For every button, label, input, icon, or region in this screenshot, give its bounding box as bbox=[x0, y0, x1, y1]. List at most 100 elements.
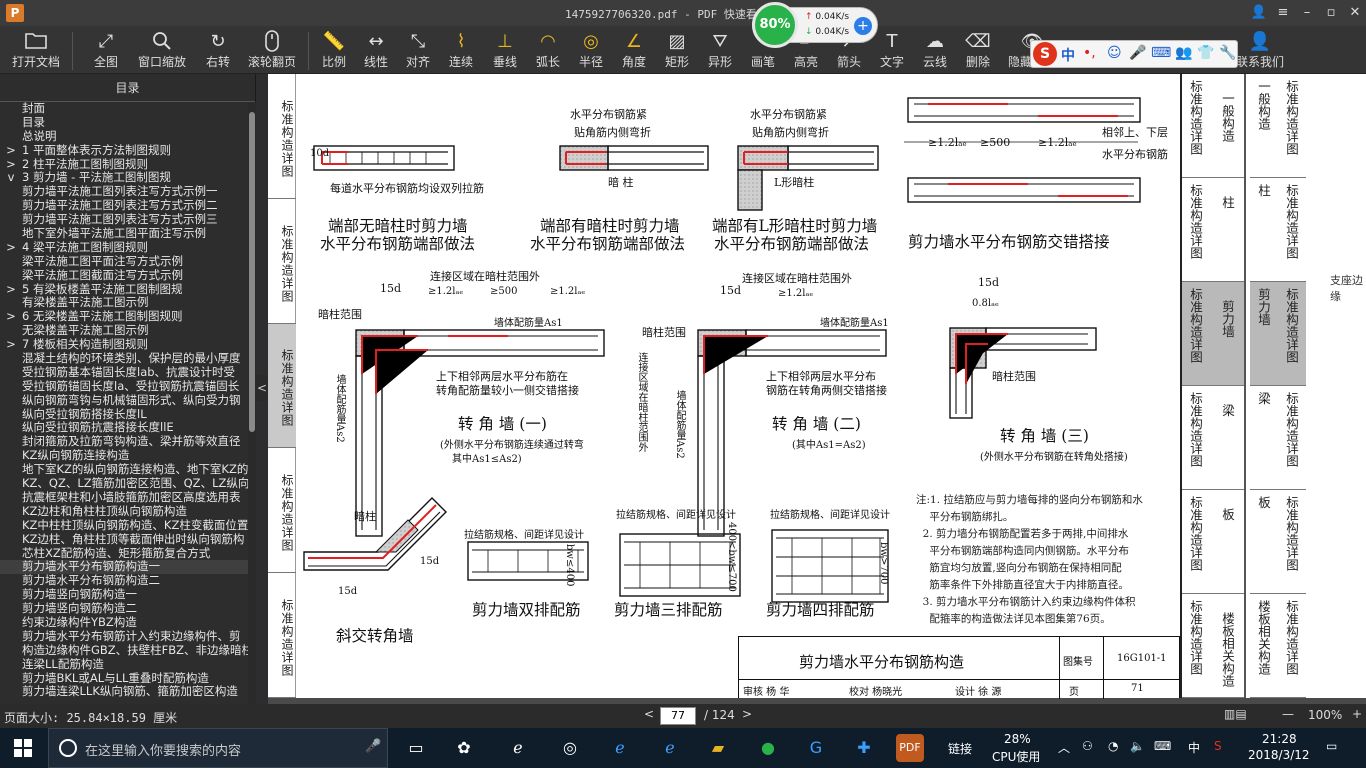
speed-percent[interactable]: 80% bbox=[752, 2, 798, 48]
toc-item[interactable]: 地下室外墙平法施工图平面注写示例 bbox=[0, 227, 248, 241]
toc-scrollbar[interactable] bbox=[248, 102, 256, 704]
toc-item[interactable]: 剪力墙平法施工图列表注写方式示例一 bbox=[0, 185, 248, 199]
toc-expand-icon[interactable]: > bbox=[0, 144, 22, 158]
edge-blue-icon[interactable]: ℯ bbox=[606, 734, 634, 762]
windows-start-icon[interactable] bbox=[14, 739, 32, 757]
toc-item[interactable]: KZ边柱、角柱柱顶等截面伸出时纵向钢筋构 bbox=[0, 533, 248, 547]
toc-item[interactable]: 目录 bbox=[0, 116, 248, 130]
aligned-tool[interactable]: ⤡ 对齐 bbox=[398, 28, 438, 72]
minimize-button[interactable]: – bbox=[1296, 3, 1318, 23]
toc-item[interactable]: KZ、QZ、LZ箍筋加密区范围、QZ、LZ纵向钢 bbox=[0, 477, 248, 491]
toc-item[interactable]: 受拉钢筋基本锚固长度lab、抗震设计时受 bbox=[0, 366, 248, 380]
toc-item[interactable]: 封面 bbox=[0, 102, 248, 116]
toc-item[interactable]: 受拉钢筋锚固长度la、受拉钢筋抗震锚固长 bbox=[0, 380, 248, 394]
toc-item[interactable]: 剪力墙水平分布钢筋构造二 bbox=[0, 574, 248, 588]
toc-expand-icon[interactable]: > bbox=[0, 310, 22, 324]
task-view-icon[interactable]: ▭ bbox=[402, 734, 430, 762]
toc-expand-icon[interactable]: > bbox=[0, 158, 22, 172]
toc-expand-icon[interactable]: > bbox=[0, 241, 22, 255]
linear-tool[interactable]: ↔ 线性 bbox=[356, 28, 396, 72]
toc-item[interactable]: 地下室KZ的纵向钢筋连接构造、地下室KZ的 bbox=[0, 463, 248, 477]
edge-icon[interactable]: ℯ bbox=[504, 734, 532, 762]
maximize-button[interactable]: ▫ bbox=[1320, 3, 1342, 23]
menu-icon[interactable]: ≡ bbox=[1272, 3, 1294, 23]
toc-item[interactable]: 纵向钢筋弯钩与机械锚固形式、纵向受力钢 bbox=[0, 394, 248, 408]
toc-item[interactable]: v3 剪力墙 - 平法施工图制图规 bbox=[0, 171, 248, 185]
toc-item[interactable]: 约束边缘构件YBZ构造 bbox=[0, 616, 248, 630]
clock-date[interactable]: 2018/3/12 bbox=[1248, 748, 1310, 762]
keyboard-tray-icon[interactable]: ⌨ bbox=[1154, 739, 1171, 753]
links-label[interactable]: 链接 bbox=[948, 740, 972, 757]
toc-item[interactable]: >6 无梁楼盖平法施工图制图规则 bbox=[0, 310, 248, 324]
toc-item[interactable]: KZ边柱和角柱柱顶纵向钢筋构造 bbox=[0, 505, 248, 519]
open-document-button[interactable]: 打开文档 bbox=[8, 28, 64, 72]
user-icon[interactable]: 👤 bbox=[1248, 3, 1270, 23]
toc-item[interactable]: 芯柱XZ配筋构造、矩形箍筋复合方式 bbox=[0, 547, 248, 561]
toc-item[interactable]: >1 平面整体表示方法制图规则 bbox=[0, 144, 248, 158]
toc-item[interactable]: 剪力墙平法施工图列表注写方式示例三 bbox=[0, 213, 248, 227]
pdf-viewer-taskbar-icon[interactable]: PDF bbox=[896, 734, 924, 762]
sogou-tray-icon[interactable]: S bbox=[1214, 739, 1222, 753]
window-zoom-button[interactable]: 窗口缩放 bbox=[134, 28, 190, 72]
radius-tool[interactable]: ◎ 半径 bbox=[571, 28, 611, 72]
file-explorer-icon[interactable]: ▰ bbox=[704, 734, 732, 762]
toc-item[interactable]: KZ中柱柱顶纵向钢筋构造、KZ柱变截面位置 bbox=[0, 519, 248, 533]
speed-app-icon[interactable]: ● bbox=[754, 734, 782, 762]
skin-icon[interactable]: 👕 bbox=[1197, 45, 1214, 61]
ime-punct[interactable]: •, bbox=[1083, 45, 1096, 61]
input-lang[interactable]: 中 bbox=[1188, 739, 1200, 756]
document-viewport[interactable]: 标准构造详图 标准构造详图 标准构造详图 标准构造详图 标准构造详图 10d 每… bbox=[268, 74, 1366, 704]
toc-item[interactable]: 封闭箍筋及拉筋弯钩构造、梁并筋等效直径 bbox=[0, 435, 248, 449]
toc-item[interactable]: 抗震框架柱和小墙肢箍筋加密区高度选用表 bbox=[0, 491, 248, 505]
emoji-icon[interactable]: ☺ bbox=[1107, 45, 1122, 61]
arc-length-tool[interactable]: ◠ 弧长 bbox=[528, 28, 568, 72]
toc-item[interactable]: >7 楼板相关构造制图规则 bbox=[0, 338, 248, 352]
toc-item[interactable]: 无梁楼盖平法施工图示例 bbox=[0, 324, 248, 338]
zoom-in-button[interactable]: + bbox=[1352, 707, 1362, 721]
app-plus-icon[interactable]: ✚ bbox=[850, 734, 878, 762]
toc-item[interactable]: 混凝土结构的环境类别、保护层的最小厚度 bbox=[0, 352, 248, 366]
zoom-out-button[interactable]: — bbox=[1282, 707, 1294, 721]
toc-item[interactable]: 纵向受拉钢筋抗震搭接长度llE bbox=[0, 421, 248, 435]
prev-page-button[interactable]: < bbox=[644, 707, 654, 721]
toc-item[interactable]: 总说明 bbox=[0, 130, 248, 144]
network-icon[interactable]: ◔ bbox=[1108, 739, 1118, 753]
users-icon[interactable]: 👥 bbox=[1175, 45, 1192, 61]
toc-item[interactable]: 剪力墙连梁LLK纵向钢筋、箍筋加密区构造 bbox=[0, 685, 248, 699]
continuous-tool[interactable]: ⌇ 连续 bbox=[441, 28, 481, 72]
toc-item[interactable]: KZ纵向钢筋连接构造 bbox=[0, 449, 248, 463]
tray-people-icon[interactable]: ⚇ bbox=[1082, 739, 1093, 753]
page-number-input[interactable]: 77 bbox=[660, 707, 696, 725]
toc-expand-icon[interactable]: v bbox=[0, 171, 22, 185]
toc-item[interactable]: 连梁LL配筋构造 bbox=[0, 658, 248, 672]
browser-icon[interactable]: ◎ bbox=[556, 734, 584, 762]
clock-time[interactable]: 21:28 bbox=[1262, 732, 1297, 746]
cloud-tool[interactable]: ☁ 云线 bbox=[915, 28, 955, 72]
toc-item[interactable]: 剪力墙平法施工图列表注写方式示例二 bbox=[0, 199, 248, 213]
toc-item[interactable]: 构造边缘构件GBZ、扶壁柱FBZ、非边缘暗柱 bbox=[0, 644, 248, 658]
toc-item[interactable]: 梁平法施工图平面注写方式示例 bbox=[0, 255, 248, 269]
fullview-button[interactable]: ⤢ 全图 bbox=[86, 28, 126, 72]
toc-item[interactable]: 梁平法施工图截面注写方式示例 bbox=[0, 269, 248, 283]
perpendicular-tool[interactable]: ⊥ 垂线 bbox=[485, 28, 525, 72]
volume-icon[interactable]: 🔈 bbox=[1130, 739, 1145, 753]
text-tool[interactable]: T 文字 bbox=[872, 28, 912, 72]
scale-tool[interactable]: 📏 比例 bbox=[314, 28, 354, 72]
contact-us-button[interactable]: 👤 联系我们 bbox=[1232, 28, 1288, 72]
next-page-button[interactable]: > bbox=[742, 707, 752, 721]
mic-icon[interactable]: 🎤 bbox=[365, 739, 381, 754]
delete-tool[interactable]: ⌫ 删除 bbox=[958, 28, 998, 72]
ime-lang[interactable]: 中 bbox=[1061, 45, 1075, 65]
toc-item[interactable]: 剪力墙BKL或AL与LL重叠时配筋构造 bbox=[0, 672, 248, 686]
app-g-icon[interactable]: G bbox=[802, 734, 830, 762]
toc-item[interactable]: 有梁楼盖平法施工图示例 bbox=[0, 296, 248, 310]
speed-plus-button[interactable]: + bbox=[854, 17, 872, 35]
keyboard-icon[interactable]: ⌨ bbox=[1151, 45, 1171, 61]
sidebar-collapse-button[interactable]: < bbox=[256, 375, 268, 401]
angle-tool[interactable]: ∠ 角度 bbox=[614, 28, 654, 72]
ime-toolbar[interactable]: S 中 •, ☺ 🎤 ⌨ 👥 👕 🔧 bbox=[1030, 40, 1238, 68]
toc-item[interactable]: >2 柱平法施工图制图规则 bbox=[0, 158, 248, 172]
view-mode-icon[interactable]: ▥▤ bbox=[1224, 707, 1247, 721]
toc-item[interactable]: 剪力墙竖向钢筋构造一 bbox=[0, 588, 248, 602]
irregular-tool[interactable]: ⛛ 异形 bbox=[700, 28, 740, 72]
